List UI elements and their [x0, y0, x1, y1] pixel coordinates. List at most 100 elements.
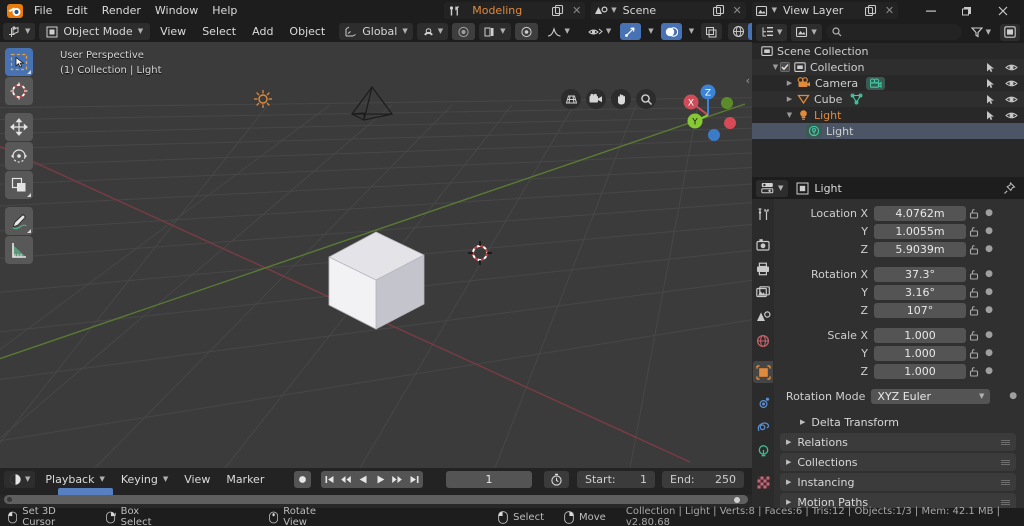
- property-value[interactable]: 1.0055m: [874, 223, 966, 239]
- record-button[interactable]: [293, 470, 311, 488]
- shading-wireframe-icon[interactable]: [728, 23, 748, 40]
- property-value[interactable]: 1.000: [874, 327, 966, 343]
- snap-toggle[interactable]: ▼: [416, 23, 449, 40]
- outliner-restriction-toggles-button[interactable]: [1000, 23, 1020, 41]
- selectable-cursor-icon[interactable]: [985, 94, 996, 105]
- pivot-point-selector[interactable]: ▼: [479, 23, 511, 40]
- lock-open-icon[interactable]: [966, 287, 982, 298]
- modifiers-tab[interactable]: [753, 392, 773, 414]
- timeline-editor-type-button[interactable]: ▼: [4, 470, 36, 488]
- panel-collections[interactable]: ▶ Collections: [780, 453, 1016, 471]
- viewlayer-icon[interactable]: [752, 2, 772, 19]
- outliner-filter-button[interactable]: ▼: [966, 24, 996, 41]
- viewport-menu-view[interactable]: View: [154, 23, 192, 41]
- jump-to-next-keyframe-button[interactable]: [388, 470, 406, 488]
- xray-toggle[interactable]: [701, 23, 723, 40]
- output-tab[interactable]: [753, 258, 773, 280]
- workspace-name[interactable]: Modeling: [464, 2, 549, 19]
- workspace-close-icon[interactable]: ✕: [568, 2, 585, 19]
- proportional-edit-toggle[interactable]: [452, 23, 476, 40]
- falloff-preview[interactable]: [514, 23, 538, 40]
- viewport-menu-add[interactable]: Add: [246, 23, 279, 41]
- camera-icon[interactable]: [586, 89, 606, 109]
- properties-editor-type-button[interactable]: ▼: [756, 179, 789, 197]
- animate-property-dot-icon[interactable]: ●: [982, 366, 996, 376]
- outliner-filter-id-button[interactable]: ▼: [791, 23, 822, 41]
- mesh-data-icon[interactable]: [850, 93, 863, 105]
- data-tab[interactable]: [753, 440, 773, 462]
- measure-tool[interactable]: [5, 236, 33, 264]
- menu-file[interactable]: File: [28, 2, 58, 20]
- object-visibility-selector[interactable]: ▼: [583, 23, 616, 40]
- lock-open-icon[interactable]: [966, 244, 982, 255]
- select-box-tool[interactable]: [5, 48, 33, 76]
- gizmo-options-dropdown[interactable]: ▼: [645, 23, 656, 40]
- camera-data-icon[interactable]: [866, 76, 886, 90]
- sidebar-collapse-arrow-icon[interactable]: ‹: [746, 74, 750, 87]
- annotate-tool[interactable]: [5, 207, 33, 235]
- editor-type-3dview-icon[interactable]: ▼: [3, 23, 36, 40]
- play-reverse-button[interactable]: [354, 470, 372, 488]
- search-input[interactable]: [825, 24, 962, 40]
- window-close-icon[interactable]: [986, 0, 1020, 21]
- lock-open-icon[interactable]: [966, 330, 982, 341]
- scene-icon[interactable]: [591, 2, 611, 19]
- expand-triangle-icon[interactable]: ▼: [771, 59, 780, 75]
- scale-tool[interactable]: [5, 171, 33, 199]
- outliner-row-cube[interactable]: ▶ Cube: [752, 91, 1024, 107]
- object-mode-selector[interactable]: Object Mode ▼: [39, 23, 151, 40]
- render-tab[interactable]: [753, 234, 773, 256]
- overlays-options-dropdown[interactable]: ▼: [686, 23, 697, 40]
- timeline-menu-keying[interactable]: Keying ▼: [115, 470, 174, 488]
- viewlayer-duplicate-icon[interactable]: [861, 2, 881, 19]
- panel-instancing[interactable]: ▶ Instancing: [780, 473, 1016, 491]
- eye-icon[interactable]: [1005, 110, 1018, 121]
- animate-property-dot-icon[interactable]: ●: [982, 348, 996, 358]
- outliner-display-mode-button[interactable]: ▼: [756, 23, 788, 41]
- jump-to-end-button[interactable]: [405, 470, 423, 488]
- menu-help[interactable]: Help: [206, 2, 243, 20]
- hand-icon[interactable]: [611, 89, 631, 109]
- selectable-cursor-icon[interactable]: [985, 110, 996, 121]
- zoom-magnifier-icon[interactable]: [636, 89, 656, 109]
- property-value[interactable]: 3.16°: [874, 284, 966, 300]
- cursor-tool[interactable]: [5, 77, 33, 105]
- menu-render[interactable]: Render: [96, 2, 147, 20]
- current-frame-field[interactable]: 1: [446, 470, 533, 488]
- property-value[interactable]: 1.000: [874, 345, 966, 361]
- animate-property-dot-icon[interactable]: ●: [982, 208, 996, 218]
- outliner-row-scene-collection[interactable]: Scene Collection: [752, 43, 1024, 59]
- frame-start-field[interactable]: Start: 1: [577, 470, 656, 488]
- outliner-row-camera[interactable]: ▶ Camera: [752, 75, 1024, 91]
- expand-triangle-icon[interactable]: ▶: [785, 91, 794, 107]
- animate-property-dot-icon[interactable]: ●: [982, 330, 996, 340]
- collection-checkbox[interactable]: [780, 62, 790, 72]
- expand-triangle-icon[interactable]: ▶: [785, 75, 794, 91]
- scene-name[interactable]: Scene: [621, 4, 709, 17]
- auto-keying-button[interactable]: [544, 470, 570, 488]
- animate-property-dot-icon[interactable]: ●: [982, 226, 996, 236]
- lock-open-icon[interactable]: [966, 208, 982, 219]
- animate-property-dot-icon[interactable]: ●: [1006, 391, 1020, 401]
- play-button[interactable]: [371, 470, 389, 488]
- property-value[interactable]: 1.000: [874, 363, 966, 379]
- minimize-icon[interactable]: [914, 0, 948, 21]
- world-tab[interactable]: [753, 330, 773, 352]
- transform-orientation-selector[interactable]: Global ▼: [339, 23, 413, 40]
- blender-logo-icon[interactable]: [4, 1, 26, 20]
- viewport-menu-object[interactable]: Object: [283, 23, 331, 41]
- lock-open-icon[interactable]: [966, 305, 982, 316]
- timeline-menu-view[interactable]: View: [178, 470, 216, 488]
- viewport-3d[interactable]: User Perspective (1) Collection | Light: [0, 42, 752, 468]
- viewlayer-name[interactable]: View Layer: [781, 4, 861, 17]
- lock-open-icon[interactable]: [966, 348, 982, 359]
- property-value[interactable]: 4.0762m: [874, 205, 966, 221]
- eye-icon[interactable]: [1005, 62, 1018, 73]
- selectable-cursor-icon[interactable]: [985, 62, 996, 73]
- outliner-row-light-data[interactable]: Light: [752, 123, 1024, 139]
- move-tool[interactable]: [5, 113, 33, 141]
- gizmo-toggle[interactable]: [620, 23, 642, 40]
- timeline-menu-marker[interactable]: Marker: [220, 470, 270, 488]
- property-value[interactable]: 107°: [874, 302, 966, 318]
- pin-icon[interactable]: [1003, 181, 1020, 195]
